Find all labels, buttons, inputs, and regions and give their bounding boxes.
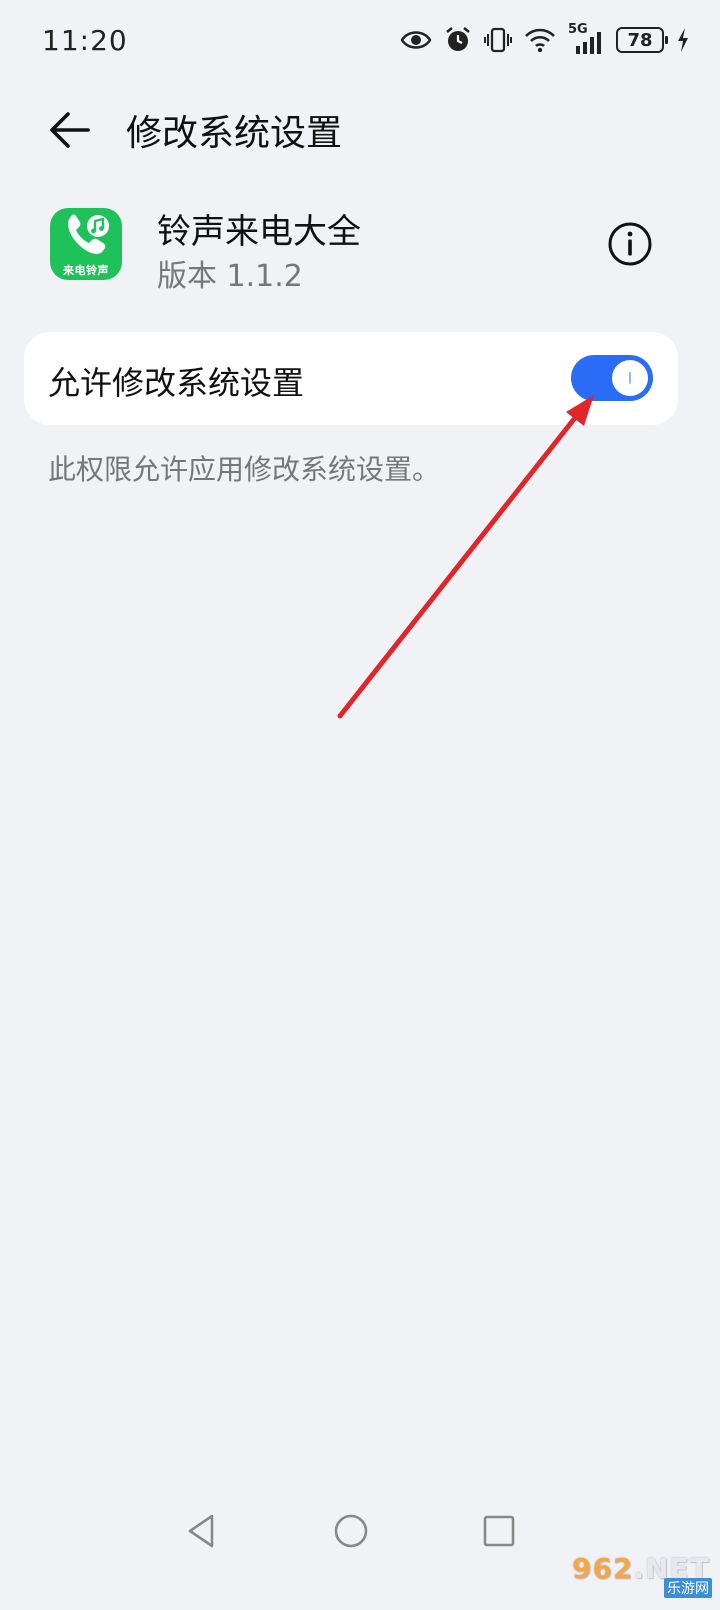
arrow-left-icon [50,112,90,148]
back-button[interactable] [40,100,100,160]
toggle-knob [612,360,648,396]
info-circle-icon [608,222,652,266]
app-info-button[interactable] [606,220,654,268]
app-icon-caption: 来电铃声 [63,264,109,277]
permission-label: 允许修改系统设置 [48,364,305,402]
status-icons: 5G 78 [400,22,690,58]
signal-5g-icon: 5G [568,22,604,54]
nav-home-circle-icon [334,1514,368,1548]
permission-card: 允许修改系统设置 [24,332,678,425]
charging-icon [678,28,688,52]
nav-back-button[interactable] [180,1508,226,1554]
status-bar: 11:20 5G 78 [0,0,720,84]
eye-icon [400,31,432,49]
nav-recents-button[interactable] [476,1508,522,1554]
page-title: 修改系统设置 [126,113,343,154]
app-icon-caption-band: 来电铃声 [50,260,122,280]
watermark-bottom: 乐游网 [664,1578,712,1598]
app-icon: 来电铃声 [50,208,122,280]
site-watermark: 962.NET 乐游网 [572,1552,712,1598]
alarm-icon [446,27,470,51]
status-time: 11:20 [42,24,128,57]
watermark-number: 962 [572,1552,634,1585]
phone-music-icon [68,214,109,254]
wifi-icon [525,28,555,53]
nav-recents-square-icon [483,1515,515,1547]
battery-level: 78 [627,29,653,51]
settings-screen: 11:20 5G 78 修改系统设置 来电铃声 铃声来电大全 版本 1.1.2 … [0,0,720,1610]
nav-back-triangle-icon [188,1514,214,1548]
battery-icon: 78 [616,27,668,53]
app-version: 版本 1.1.2 [157,259,303,294]
permission-description: 此权限允许应用修改系统设置。 [48,453,441,486]
vibrate-icon [484,27,512,53]
nav-home-button[interactable] [328,1508,374,1554]
app-name: 铃声来电大全 [157,212,361,252]
permission-toggle[interactable] [571,355,653,401]
